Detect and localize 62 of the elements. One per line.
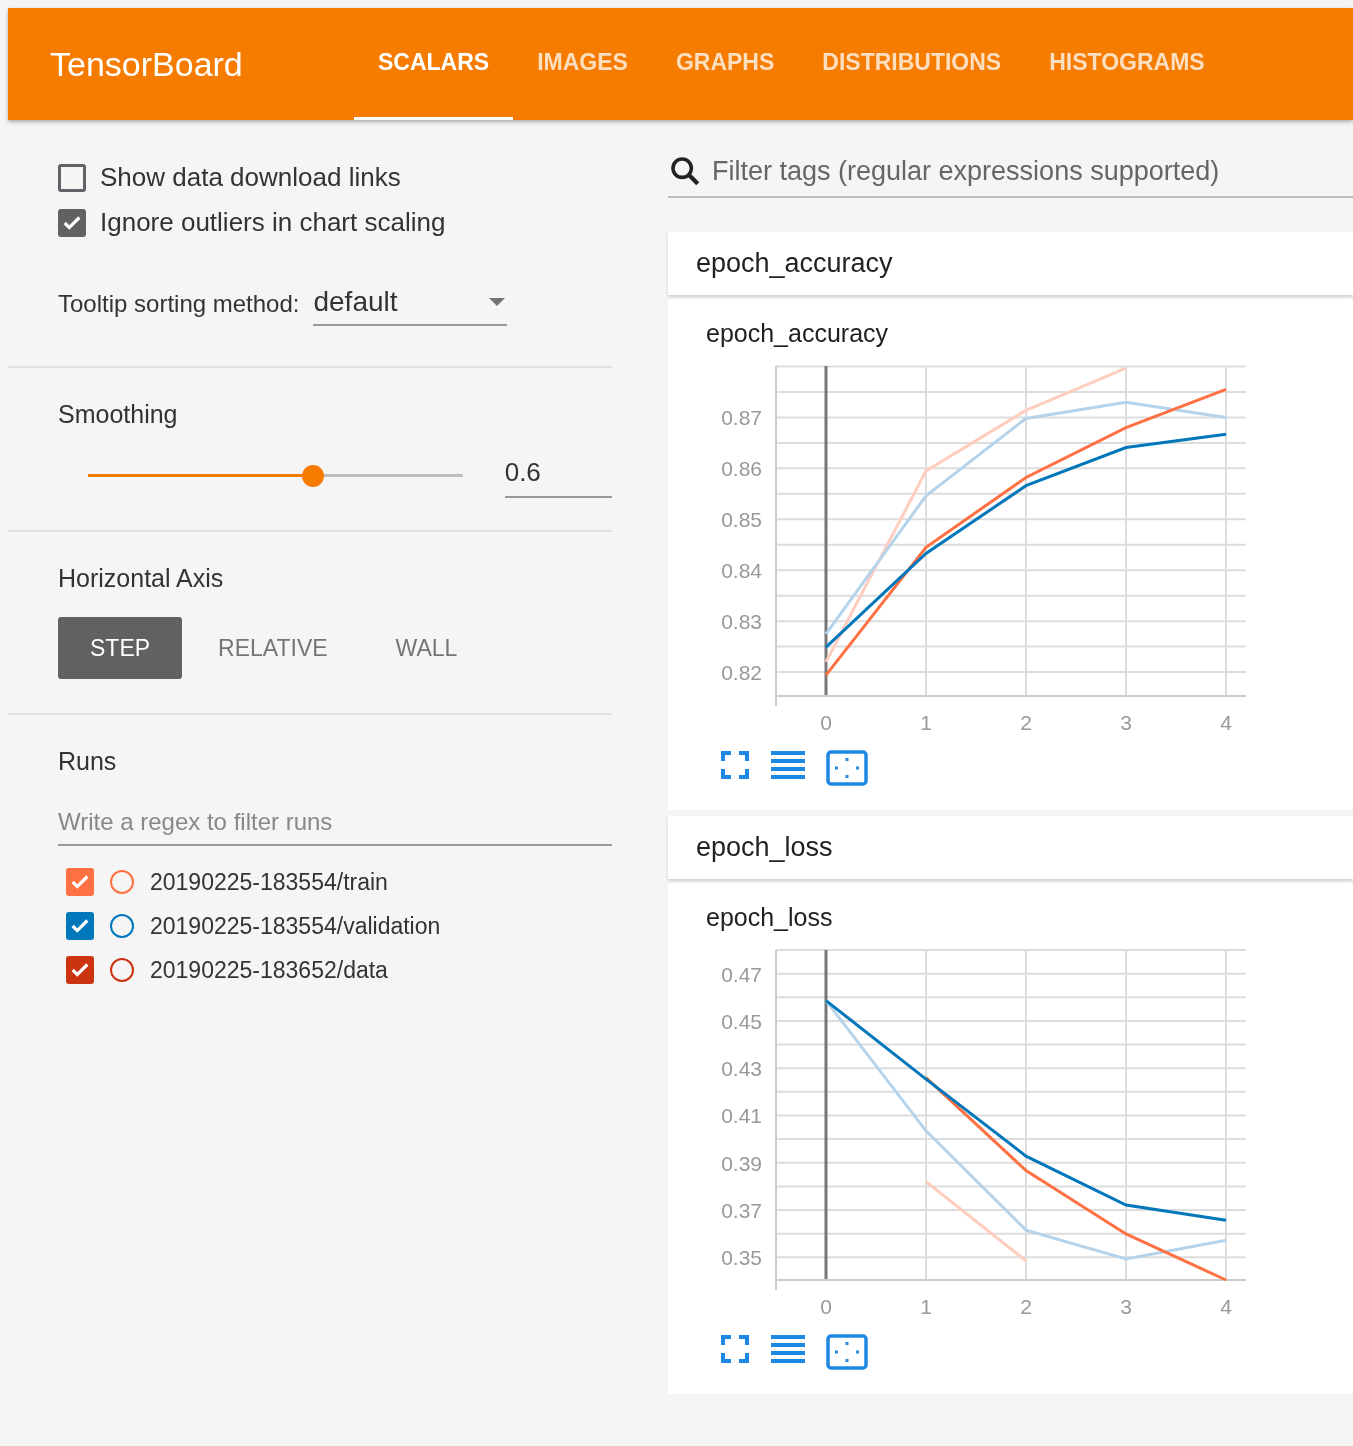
section-title: Smoothing (58, 399, 179, 430)
x-tick-label: 3 (1120, 711, 1132, 734)
run-name: 20190225-183652/data (150, 956, 388, 984)
fit-domain-icon[interactable] (826, 750, 868, 786)
checkbox[interactable] (58, 163, 86, 192)
axis-toggle-button[interactable]: WALL (363, 617, 490, 679)
y-tick-label: 0.35 (721, 1246, 762, 1270)
run-checkbox[interactable] (66, 956, 94, 984)
x-tick-label: 2 (1020, 1295, 1032, 1318)
chart-title: epoch_accuracy (706, 319, 890, 348)
section-header[interactable]: epoch_loss (668, 816, 1353, 879)
x-tick-label: 0 (820, 1295, 832, 1318)
fullscreen-icon[interactable] (720, 750, 750, 780)
y-tick-label: 0.39 (721, 1151, 762, 1175)
lines-icon[interactable] (770, 1334, 806, 1366)
run-name: 20190225-183554/validation (150, 912, 441, 940)
axis-toggle-button[interactable]: RELATIVE (186, 617, 360, 679)
y-tick-label: 0.87 (721, 406, 762, 430)
y-tick-label: 0.82 (721, 661, 762, 685)
run-radio[interactable] (110, 870, 134, 894)
section-header[interactable]: epoch_accuracy (668, 232, 1353, 295)
section-title: Runs (58, 746, 118, 777)
checkbox-label: Show data download links (100, 162, 401, 193)
lines-icon[interactable] (770, 750, 806, 782)
y-tick-label: 0.41 (721, 1104, 762, 1128)
checkbox[interactable] (58, 208, 86, 237)
x-tick-label: 4 (1220, 711, 1232, 734)
y-tick-label: 0.83 (721, 610, 762, 634)
nav-tab[interactable]: SCALARS (354, 8, 514, 120)
y-tick-label: 0.47 (721, 962, 762, 986)
y-tick-label: 0.86 (721, 457, 762, 481)
section-title: Horizontal Axis (58, 563, 225, 594)
fullscreen-icon[interactable] (720, 1334, 750, 1364)
smoothing-value[interactable]: 0.6 (504, 453, 612, 498)
x-tick-label: 1 (920, 1295, 932, 1318)
slider-thumb[interactable] (301, 464, 324, 487)
x-tick-label: 2 (1020, 711, 1032, 734)
search-icon (668, 154, 702, 188)
run-radio[interactable] (110, 914, 134, 938)
app-title: TensorBoard (49, 43, 244, 85)
dropdown-caret-icon (487, 297, 508, 307)
y-tick-label: 0.43 (721, 1057, 762, 1081)
x-tick-label: 0 (820, 711, 832, 734)
run-name: 20190225-183554/train (150, 868, 388, 896)
run-checkbox[interactable] (66, 868, 94, 896)
y-tick-label: 0.84 (721, 559, 762, 583)
run-checkbox[interactable] (66, 912, 94, 940)
axis-toggle-button[interactable]: STEP (58, 617, 183, 679)
run-radio[interactable] (110, 958, 134, 982)
y-tick-label: 0.45 (721, 1009, 762, 1033)
run-filter-field[interactable]: Write a regex to filter runs (58, 800, 612, 846)
tooltip-sorting-label: Tooltip sorting method: (58, 290, 300, 318)
checkbox-label: Ignore outliers in chart scaling (100, 207, 446, 238)
x-tick-label: 4 (1220, 1295, 1232, 1318)
x-tick-label: 3 (1120, 1295, 1132, 1318)
y-tick-label: 0.85 (721, 508, 762, 532)
x-tick-label: 1 (920, 711, 932, 734)
chart-title: epoch_loss (706, 903, 834, 932)
y-tick-label: 0.37 (721, 1199, 762, 1223)
tag-filter-field[interactable]: Filter tags (regular expressions supported) (710, 154, 1353, 188)
sorting-dropdown[interactable]: default (313, 282, 508, 326)
fit-domain-icon[interactable] (826, 1334, 868, 1370)
